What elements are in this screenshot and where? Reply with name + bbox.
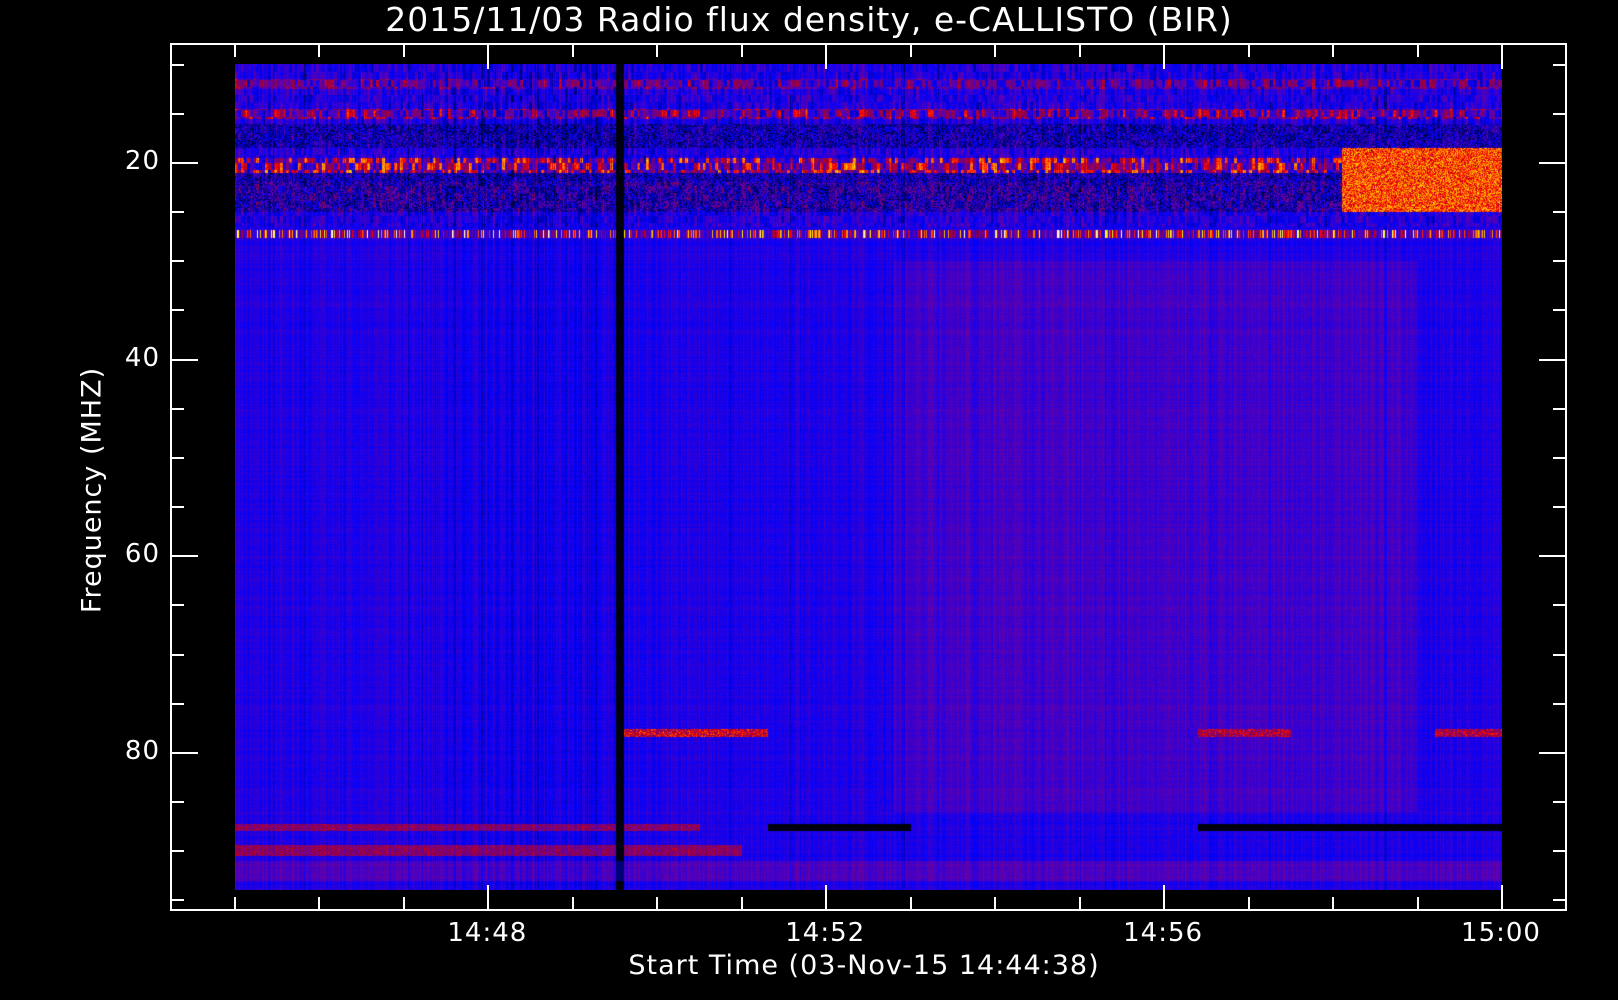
y-tick: [170, 506, 184, 508]
y-tick: [170, 457, 184, 459]
y-tick-right: [1553, 64, 1567, 66]
x-tick: [741, 897, 743, 911]
y-tick-label: 20: [124, 146, 160, 176]
spectrogram-heatmap: [235, 64, 1502, 890]
x-tick-top: [1163, 43, 1165, 69]
x-axis-label: Start Time (03-Nov-15 14:44:38): [628, 950, 1100, 981]
x-tick-top: [1501, 43, 1503, 69]
x-tick-top: [741, 43, 743, 57]
x-tick: [1332, 897, 1334, 911]
x-tick: [994, 897, 996, 911]
x-tick-top: [234, 43, 236, 57]
y-tick-right: [1539, 752, 1567, 754]
x-tick: [572, 897, 574, 911]
y-tick-right: [1553, 604, 1567, 606]
y-tick-label: 60: [124, 539, 160, 570]
y-tick-right: [1553, 899, 1567, 901]
y-tick: [170, 359, 198, 361]
x-tick-label: 14:56: [1123, 918, 1204, 948]
x-tick: [1248, 897, 1250, 911]
x-tick-top: [1417, 43, 1419, 57]
y-tick: [170, 309, 184, 311]
x-tick-top: [1332, 43, 1334, 57]
y-tick-right: [1553, 457, 1567, 459]
x-tick: [656, 897, 658, 911]
y-tick-right: [1553, 260, 1567, 262]
x-tick-top: [572, 43, 574, 57]
y-tick: [170, 654, 184, 656]
y-tick-right: [1539, 162, 1567, 164]
y-tick: [170, 64, 184, 66]
y-tick: [170, 801, 184, 803]
y-tick-right: [1553, 654, 1567, 656]
x-tick-top: [1079, 43, 1081, 57]
x-tick-label: 15:00: [1461, 918, 1541, 948]
y-tick: [170, 211, 184, 213]
y-tick: [170, 850, 184, 852]
x-tick: [1501, 885, 1503, 911]
x-tick: [1163, 885, 1165, 911]
y-tick: [170, 555, 198, 557]
x-tick-top: [656, 43, 658, 57]
x-tick-top: [1248, 43, 1250, 57]
y-tick-right: [1539, 555, 1567, 557]
y-tick-label: 80: [124, 735, 160, 766]
y-tick: [170, 260, 184, 262]
x-tick-top: [825, 43, 827, 69]
spectrogram-figure: 2015/11/03 Radio flux density, e-CALLIST…: [0, 0, 1618, 1000]
x-tick-top: [403, 43, 405, 57]
x-tick-label: 14:48: [447, 918, 528, 948]
y-tick: [170, 899, 184, 901]
y-tick-right: [1553, 703, 1567, 705]
y-tick-label: 40: [124, 342, 160, 373]
y-tick: [170, 162, 198, 164]
y-tick: [170, 703, 184, 705]
y-tick-right: [1553, 211, 1567, 213]
y-axis-label: Frequency (MHZ): [76, 366, 108, 614]
x-tick: [910, 897, 912, 911]
x-tick: [1079, 897, 1081, 911]
x-tick: [403, 897, 405, 911]
y-tick-right: [1539, 359, 1567, 361]
chart-title: 2015/11/03 Radio flux density, e-CALLIST…: [385, 0, 1233, 39]
x-tick-top: [910, 43, 912, 57]
y-tick: [170, 604, 184, 606]
x-tick: [234, 897, 236, 911]
y-tick-right: [1553, 408, 1567, 410]
x-tick-top: [487, 43, 489, 69]
y-tick-right: [1553, 506, 1567, 508]
x-tick-top: [318, 43, 320, 57]
y-tick: [170, 113, 184, 115]
x-tick: [318, 897, 320, 911]
y-tick: [170, 752, 198, 754]
y-tick-right: [1553, 309, 1567, 311]
x-tick-top: [994, 43, 996, 57]
y-tick-right: [1553, 801, 1567, 803]
y-tick-right: [1553, 113, 1567, 115]
x-tick: [1417, 897, 1419, 911]
x-tick: [487, 885, 489, 911]
x-tick-label: 14:52: [785, 918, 866, 948]
x-tick: [825, 885, 827, 911]
y-tick-right: [1553, 850, 1567, 852]
y-tick: [170, 408, 184, 410]
